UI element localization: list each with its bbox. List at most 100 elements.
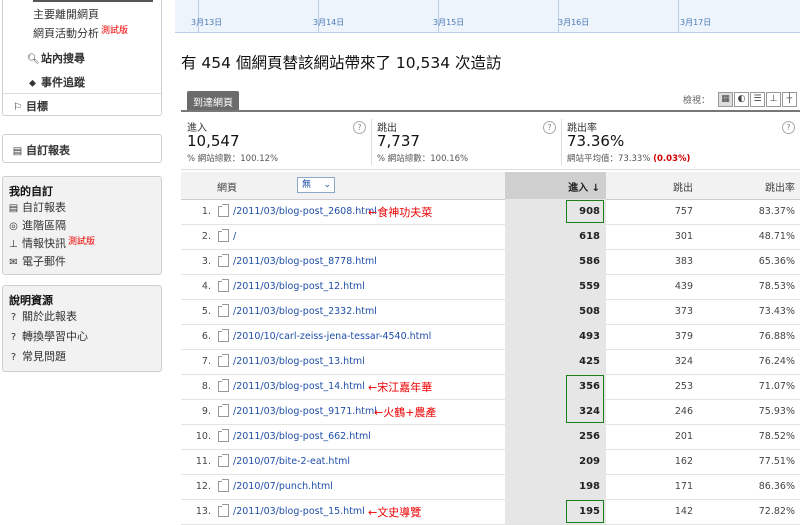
stat-sub: 網站平均值：73.33% (0.03%) <box>567 152 690 164</box>
sidebar-item-label: 電子郵件 <box>22 255 66 268</box>
secondary-dimension-select[interactable]: 無 ⌄ <box>297 177 335 193</box>
page-link[interactable]: /2011/03/blog-post_12.html <box>233 281 365 292</box>
page-link[interactable]: /2010/07/punch.html <box>233 481 333 492</box>
pie-view-icon[interactable]: ◐ <box>734 92 749 107</box>
stat-bounce-rate: 跳出率 73.36% 網站平均值：73.33% (0.03%) ? <box>561 115 800 169</box>
bounces-cell: 142 <box>674 506 693 517</box>
sidebar-item-top-exits[interactable]: 主要離開網頁 <box>33 6 99 22</box>
column-header-entrances[interactable]: 進入 ↓ <box>505 172 606 199</box>
stat-sub: % 網站總數：100.16% <box>377 154 469 164</box>
help-item-about[interactable]: ? 關於此報表 <box>8 308 77 324</box>
sidebar-item-intelligence[interactable]: ⊥ 情報快訊 測試版 <box>8 235 95 251</box>
bounce-rate-cell: 77.51% <box>758 456 795 467</box>
annotation-note: ←宋江嘉年華 <box>368 381 433 394</box>
sidebar-item-email[interactable]: ✉ 電子郵件 <box>8 253 66 269</box>
sidebar-item-event-tracking[interactable]: ⬥ 事件追蹤 <box>27 74 85 90</box>
help-icon: ? <box>10 332 17 343</box>
main-content: 3月13日 3月14日 3月15日 3月16日 3月17日 有 454 個網頁替… <box>167 0 800 525</box>
page-link[interactable]: /2011/03/blog-post_9171.html <box>233 406 377 417</box>
table-row: 2. / 618 301 48.71% <box>181 224 800 250</box>
stat-sub: % 網站總數：100.12% <box>187 154 279 164</box>
tab-landing-pages[interactable]: 到達網頁 <box>187 91 239 112</box>
page-link-icon[interactable] <box>218 454 229 467</box>
entrances-cell: 209 <box>505 449 606 474</box>
page-link-icon[interactable] <box>218 354 229 367</box>
bounce-rate-cell: 78.52% <box>758 431 795 442</box>
summary-stats: 進入 10,547 % 網站總數：100.12% ? 跳出 7,737 % 網站… <box>181 115 800 170</box>
compare-view-icon[interactable]: ⊥ <box>766 92 781 107</box>
page-link-icon[interactable] <box>218 429 229 442</box>
row-number: 6. <box>201 331 211 342</box>
sidebar-item-label: 站內搜尋 <box>41 52 85 65</box>
page-link-icon[interactable] <box>218 254 229 267</box>
help-icon[interactable]: ? <box>353 121 366 134</box>
alert-icon: ⊥ <box>9 239 18 250</box>
bar-view-icon[interactable]: ☰ <box>750 92 765 107</box>
page-link[interactable]: /2010/07/bite-2-eat.html <box>233 456 350 467</box>
stat-value: 7,737 <box>377 132 420 150</box>
view-label: 檢視： <box>683 96 711 106</box>
row-number: 13. <box>195 506 211 517</box>
help-item-learning-center[interactable]: ? 轉換學習中心 <box>8 328 88 344</box>
page-link[interactable]: /2011/03/blog-post_662.html <box>233 431 371 442</box>
page-link-icon[interactable] <box>218 379 229 392</box>
bounces-cell: 757 <box>674 206 693 217</box>
timeline-chart[interactable]: 3月13日 3月14日 3月15日 3月16日 3月17日 <box>175 0 800 33</box>
page-link-icon[interactable] <box>218 279 229 292</box>
column-header-bounces[interactable]: 跳出 <box>651 179 693 194</box>
page-link-icon[interactable] <box>218 504 229 517</box>
sidebar-item-custom-reports[interactable]: ▤ 自訂報表 <box>12 142 70 158</box>
sidebar-item-label: 自訂報表 <box>22 201 66 214</box>
table-view-icon[interactable]: ▦ <box>718 92 733 107</box>
page-link[interactable]: /2011/03/blog-post_15.html <box>233 506 365 517</box>
my-custom-box: 我的自訂 ▤ 自訂報表 ◎ 進階區隔 ⊥ 情報快訊 測試版 ✉ 電子郵件 <box>2 176 162 275</box>
page-link[interactable]: /2011/03/blog-post_2332.html <box>233 306 377 317</box>
page-link[interactable]: /2011/03/blog-post_8778.html <box>233 256 377 267</box>
help-icon[interactable]: ? <box>782 121 795 134</box>
page-link[interactable]: /2010/10/carl-zeiss-jena-tessar-4540.htm… <box>233 331 431 342</box>
timeline-date-label: 3月17日 <box>680 18 712 27</box>
bounces-cell: 162 <box>674 456 693 467</box>
entrances-value: 559 <box>579 281 600 292</box>
entrances-value: 256 <box>579 431 600 442</box>
page-link-icon[interactable] <box>218 204 229 217</box>
custom-reports-box: ▤ 自訂報表 <box>2 134 162 163</box>
sidebar-item-page-analysis[interactable]: 網頁活動分析 測試版 <box>33 25 128 41</box>
sidebar-item-goals[interactable]: ⚐ 目標 <box>12 98 48 114</box>
sidebar-item-site-search[interactable]: 🔍︎站內搜尋 <box>27 50 85 66</box>
sidebar-item-label: 事件追蹤 <box>41 76 85 89</box>
page-link[interactable]: / <box>233 231 236 242</box>
page-link[interactable]: /2011/03/blog-post_13.html <box>233 356 365 367</box>
page-link-icon[interactable] <box>218 304 229 317</box>
highlight-box <box>566 500 604 523</box>
page-link[interactable]: /2011/03/blog-post_2608.html <box>233 206 377 217</box>
beta-badge: 測試版 <box>101 26 129 36</box>
page-link-icon[interactable] <box>218 479 229 492</box>
table-header-row: 網頁 無 ⌄ 進入 ↓ 跳出 跳出率 <box>181 172 800 200</box>
page-link-icon[interactable] <box>218 229 229 242</box>
help-icon[interactable]: ? <box>543 121 556 134</box>
flag-icon: ⚐ <box>13 102 22 113</box>
stat-bounces: 跳出 7,737 % 網站總數：100.16% ? <box>371 115 561 169</box>
timeline-date-label: 3月15日 <box>433 18 465 27</box>
page-link-icon[interactable] <box>218 329 229 342</box>
page-link[interactable]: /2011/03/blog-post_14.html <box>233 381 365 392</box>
row-number: 11. <box>195 456 211 467</box>
annotation-note: ←火鶴+農產 <box>374 406 437 419</box>
bounce-rate-cell: 83.37% <box>758 206 795 217</box>
row-number: 5. <box>201 306 211 317</box>
column-header-page[interactable]: 網頁 <box>217 179 237 194</box>
table-row: 1./2011/03/blog-post_2608.html ←食神功夫菜 908 7… <box>181 199 800 225</box>
beta-badge: 測試版 <box>68 237 96 247</box>
pivot-view-icon[interactable]: ┼ <box>782 92 797 107</box>
page-link-icon[interactable] <box>218 404 229 417</box>
sidebar-item-custom-report[interactable]: ▤ 自訂報表 <box>8 199 66 215</box>
sidebar-item-label: 目標 <box>26 100 48 113</box>
help-item-faq[interactable]: ? 常見問題 <box>8 348 66 364</box>
table-row: 11. /2010/07/bite-2-eat.html 209 162 77.51% <box>181 449 800 475</box>
sidebar-item-advanced-segments[interactable]: ◎ 進階區隔 <box>8 217 66 233</box>
bounce-rate-cell: 75.93% <box>758 406 795 417</box>
bounce-rate-cell: 65.36% <box>758 256 795 267</box>
column-header-bounce-rate[interactable]: 跳出率 <box>741 179 795 194</box>
bounce-rate-cell: 86.36% <box>758 481 795 492</box>
